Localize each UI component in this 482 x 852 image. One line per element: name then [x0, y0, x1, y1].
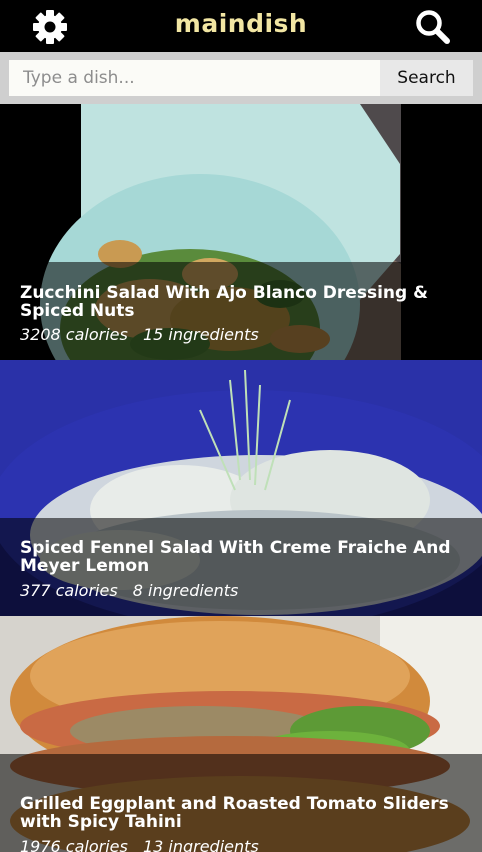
- search-bar: Search: [0, 52, 482, 104]
- recipe-meta: 1976 calories 13 ingredients: [20, 837, 269, 852]
- recipe-ingredients: 13 ingredients: [142, 837, 259, 852]
- recipe-calories: 1976 calories: [20, 837, 128, 852]
- app-title: maindish: [174, 9, 308, 38]
- search-button[interactable]: Search: [380, 60, 473, 96]
- recipe-meta: 3208 calories 15 ingredients: [20, 325, 269, 344]
- recipe-title: Spiced Fennel Salad With Creme Fraiche A…: [20, 538, 451, 576]
- search-icon[interactable]: [414, 8, 454, 46]
- recipe-calories: 3208 calories: [20, 325, 128, 344]
- recipe-ingredients: 15 ingredients: [142, 325, 259, 344]
- search-input[interactable]: [9, 60, 380, 96]
- recipe-ingredients: 8 ingredients: [132, 581, 239, 600]
- recipe-card[interactable]: Zucchini Salad With Ajo Blanco Dressing …: [0, 104, 482, 360]
- recipe-calories: 377 calories: [20, 581, 118, 600]
- recipe-meta: 377 calories 8 ingredients: [20, 581, 248, 600]
- recipe-title: Zucchini Salad With Ajo Blanco Dressing …: [20, 283, 428, 321]
- app-header: maindish: [0, 0, 482, 52]
- recipe-title: Grilled Eggplant and Roasted Tomato Slid…: [20, 794, 449, 832]
- recipe-card[interactable]: Grilled Eggplant and Roasted Tomato Slid…: [0, 616, 482, 852]
- recipe-card[interactable]: Spiced Fennel Salad With Creme Fraiche A…: [0, 360, 482, 616]
